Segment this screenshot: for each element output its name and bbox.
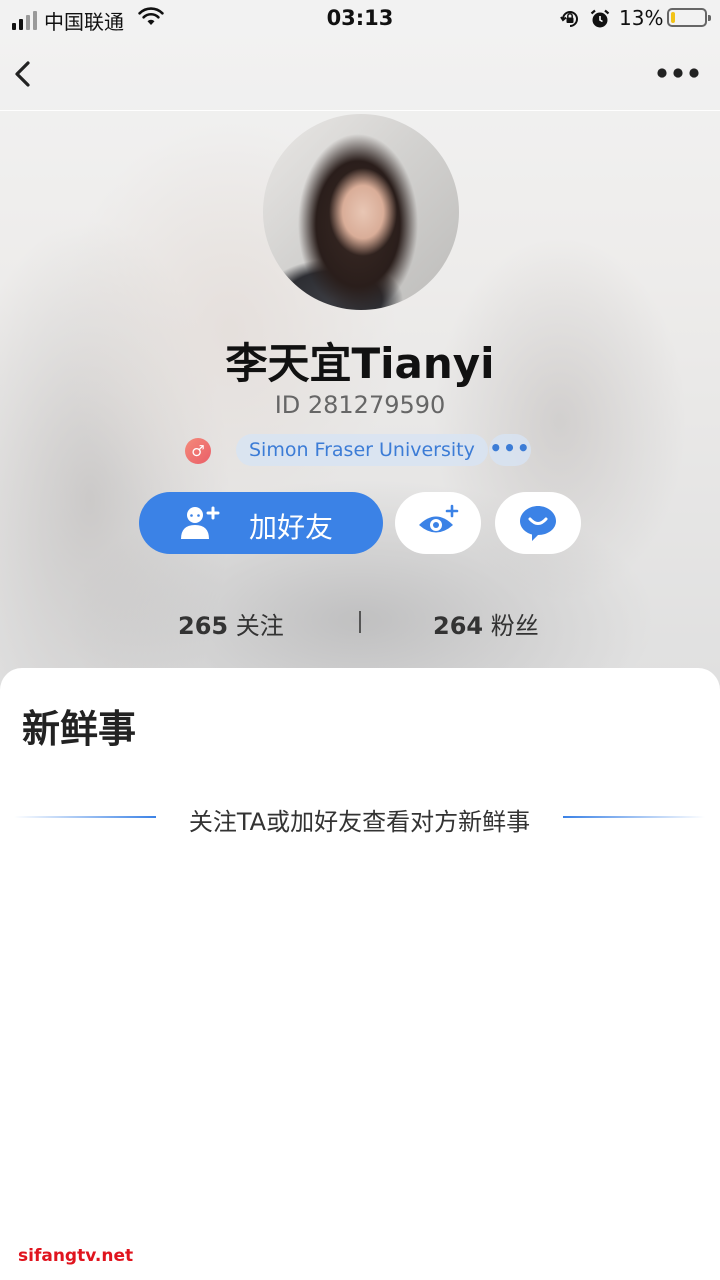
nav-bar [0, 38, 720, 111]
alarm-icon [590, 9, 610, 28]
add-user-icon [181, 506, 220, 539]
battery-icon [667, 8, 711, 27]
more-horizontal-icon [657, 68, 699, 78]
profile-tags: ♂ Simon Fraser University ••• [0, 434, 720, 468]
rotation-lock-icon [560, 11, 578, 27]
message-button[interactable] [495, 492, 581, 554]
following-count: 265 [178, 612, 229, 640]
feed-section: 新鲜事 关注TA或加好友查看对方新鲜事 [0, 668, 720, 1280]
profile-name: 李天宜Tianyi [225, 339, 495, 388]
chat-bubble-icon [520, 506, 556, 541]
feed-hint-text: 关注TA或加好友查看对方新鲜事 [188, 808, 531, 836]
back-button[interactable] [8, 54, 38, 94]
fans-label: 粉丝 [490, 612, 539, 640]
avatar[interactable] [263, 114, 459, 310]
school-tag[interactable]: Simon Fraser University [236, 434, 488, 466]
feed-empty-hint: 关注TA或加好友查看对方新鲜事 [0, 800, 720, 836]
following-label: 关注 [235, 612, 284, 640]
tags-more-button[interactable]: ••• [489, 434, 531, 466]
battery-percent: 13% [619, 6, 664, 30]
fans-stat[interactable]: 264 粉丝 [433, 606, 539, 641]
add-friend-label: 加好友 [249, 511, 334, 544]
stats-divider [359, 611, 361, 633]
add-friend-button[interactable]: 加好友 [139, 492, 383, 554]
more-options-button[interactable] [652, 60, 704, 86]
clock: 03:13 [326, 6, 394, 30]
gender-icon: ♂ [185, 438, 211, 464]
follow-button[interactable] [395, 492, 481, 554]
hint-divider-left [14, 816, 156, 818]
user-id: ID 281279590 [274, 391, 446, 419]
watermark: sifangtv.net [18, 1246, 134, 1266]
eye-plus-icon [419, 504, 459, 533]
following-stat[interactable]: 265 关注 [178, 606, 284, 641]
stats-row: 265 关注 264 粉丝 [0, 604, 720, 640]
status-bar: 中国联通 03:13 13% [0, 0, 720, 38]
feed-title: 新鲜事 [22, 707, 137, 751]
profile-actions: 加好友 [0, 492, 720, 554]
battery-level [671, 12, 675, 23]
fans-count: 264 [433, 612, 484, 640]
hint-divider-right [563, 816, 705, 818]
chevron-left-icon [15, 61, 30, 87]
